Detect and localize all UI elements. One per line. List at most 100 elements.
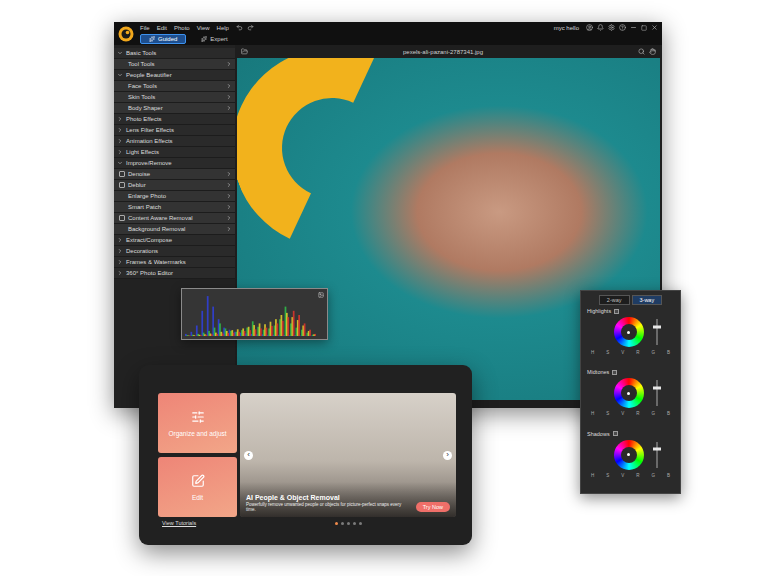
carousel-dot[interactable] [335,522,338,525]
expand-icon[interactable] [318,292,324,298]
next-arrow[interactable]: › [443,451,452,460]
collapse-icon [117,127,123,133]
sidebar-item[interactable]: Body Shaper [114,103,235,114]
carousel-dots [240,522,456,525]
sidebar-item[interactable]: Skin Tools [114,92,235,103]
mode-button[interactable]: Expert [192,34,236,44]
sidebar-label: Animation Effects [126,138,232,144]
channel-label: S [606,473,609,478]
sidebar-label: Photo Effects [126,116,232,122]
sidebar-section[interactable]: Improve/Remove [114,158,235,169]
sidebar-section[interactable]: Basic Tools [114,48,235,59]
hand-icon[interactable] [649,48,656,55]
slide-title: AI People & Object Removal [246,494,410,501]
tutorials-link[interactable]: View Tutorials [158,520,237,526]
histogram-bar [201,311,203,336]
user-name[interactable]: myc hello [554,25,579,31]
slider-handle[interactable] [653,448,661,451]
menu-item[interactable]: Photo [174,25,190,31]
color-wheel[interactable] [614,317,644,347]
color-wheel-section: HighlightsHSVRGB [587,308,674,366]
notification-icon[interactable] [597,24,604,31]
histogram-bar [249,330,251,336]
brightness-slider[interactable] [656,380,658,406]
user-icon[interactable] [586,24,593,31]
launcher-card[interactable]: Organize and adjust [158,393,237,453]
wheel-checkbox[interactable] [612,370,617,375]
channel-label: H [591,350,594,355]
carousel-slide[interactable]: ‹›AI People & Object RemovalPowerfully r… [240,393,456,517]
launcher-card[interactable]: Edit [158,457,237,517]
prev-arrow[interactable]: ‹ [244,451,253,460]
wheel-tab[interactable]: 2-way [599,295,630,305]
sidebar-section[interactable]: Extract/Compose [114,235,235,246]
sidebar-section[interactable]: People Beautifier [114,70,235,81]
chevron-right-icon [226,226,232,232]
tool-icon [119,182,125,188]
sidebar-label: People Beautifier [126,72,232,78]
carousel-dot[interactable] [359,522,362,525]
sidebar-item[interactable]: Deblur [114,180,235,191]
close-icon[interactable] [651,24,658,31]
gear-icon[interactable] [608,24,615,31]
brightness-slider[interactable] [656,319,658,345]
carousel-dot[interactable] [341,522,344,525]
sidebar-item[interactable]: Denoise [114,169,235,180]
menu-item[interactable]: Help [217,25,229,31]
wheel-handle[interactable] [627,392,630,395]
channel-label: S [606,411,609,416]
channel-label: V [621,473,624,478]
chevron-right-icon [226,94,232,100]
slider-handle[interactable] [653,387,661,390]
color-wheel[interactable] [614,378,644,408]
channel-label: S [606,350,609,355]
sidebar-label: Body Shaper [119,105,223,111]
sidebar-item[interactable]: Background Removal [114,224,235,235]
histogram-chart [185,292,316,336]
sidebar-section[interactable]: Decorations [114,246,235,257]
mode-button[interactable]: Guided [140,34,186,44]
histogram-bar [205,335,207,336]
wheel-checkbox[interactable] [613,431,618,436]
sidebar-label: Lens Filter Effects [126,127,232,133]
sidebar-item[interactable]: Enlarge Photo [114,191,235,202]
slider-handle[interactable] [653,325,661,328]
sidebar-item[interactable]: Tool Tools [114,59,235,70]
menu-item[interactable]: File [140,25,150,31]
menu-item[interactable]: View [197,25,210,31]
redo-icon[interactable] [247,24,254,31]
wheel-handle[interactable] [627,453,630,456]
sidebar-section[interactable]: Frames & Watermarks [114,257,235,268]
menu-item[interactable]: Edit [157,25,167,31]
carousel-dot[interactable] [347,522,350,525]
folder-icon[interactable] [241,48,248,55]
sidebar-item[interactable]: Content Aware Removal [114,213,235,224]
title-bar: File Edit Photo View Help myc hello Guided Expe… [114,22,662,45]
channel-label: V [621,411,624,416]
wheel-tab[interactable]: 3-way [632,295,663,305]
sidebar-label: Tool Tools [119,61,223,67]
app-logo-icon [118,26,134,42]
help-icon[interactable] [619,24,626,31]
wheel-checkbox[interactable] [614,309,619,314]
sidebar-section[interactable]: Light Effects [114,147,235,158]
minimize-icon[interactable] [630,24,637,31]
sidebar-section[interactable]: Photo Effects [114,114,235,125]
try-now-button[interactable]: Try Now [416,502,450,512]
undo-icon[interactable] [236,24,243,31]
histogram-bar [211,334,213,336]
sidebar-section[interactable]: 360° Photo Editor [114,268,235,279]
carousel-dot[interactable] [353,522,356,525]
sidebar-label: Light Effects [126,149,232,155]
histogram-bar [260,328,262,336]
maximize-icon[interactable] [641,25,647,31]
sidebar-section[interactable]: Animation Effects [114,136,235,147]
color-wheel[interactable] [614,440,644,470]
sidebar-section[interactable]: Lens Filter Effects [114,125,235,136]
sidebar-item[interactable]: Face Tools [114,81,235,92]
zoom-icon[interactable] [638,48,645,55]
brightness-slider[interactable] [656,442,658,468]
wheel-handle[interactable] [627,331,630,334]
histogram-bar [189,335,191,336]
sidebar-item[interactable]: Smart Patch [114,202,235,213]
